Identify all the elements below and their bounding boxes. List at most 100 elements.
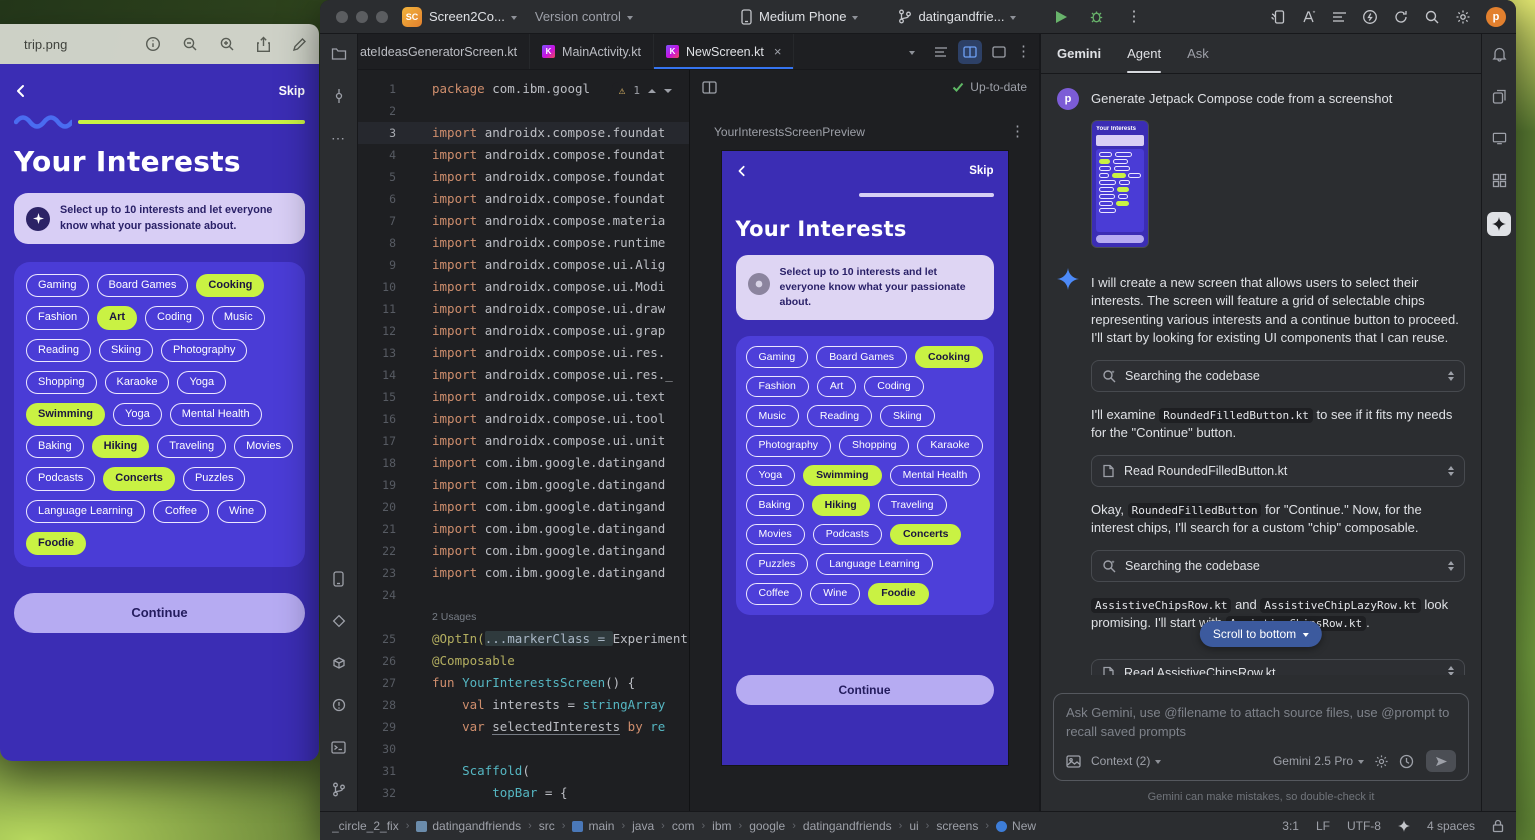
logcat-icon[interactable] (1332, 10, 1347, 24)
code-editor[interactable]: ⚠1 1package com.ibm.googl23import androi… (358, 70, 689, 811)
problems-icon[interactable] (329, 695, 349, 715)
gemini-settings-icon[interactable] (1374, 754, 1389, 769)
preview-menu-icon[interactable]: ⋮ (1010, 124, 1025, 139)
breadcrumb-item[interactable]: main (572, 819, 614, 833)
close-tab-icon[interactable]: × (774, 44, 782, 59)
ide-titlebar: SC Screen2Co... Version control Medium P… (320, 0, 1516, 34)
agent-action[interactable]: Searching the codebase (1091, 550, 1465, 582)
breadcrumb-item[interactable]: ui (909, 819, 918, 833)
notifications-icon[interactable] (1489, 44, 1509, 64)
context-selector[interactable]: Context (2) (1091, 754, 1161, 768)
more-tool-windows-icon[interactable]: ⋯ (329, 128, 349, 148)
indent-setting[interactable]: 4 spaces (1427, 819, 1475, 833)
user-avatar: p (1057, 88, 1079, 110)
layout-inspector-icon[interactable] (1489, 128, 1509, 148)
branch-selector[interactable]: datingandfrie... (898, 9, 1016, 24)
interest-chip: Shopping (839, 435, 909, 457)
breadcrumb-item[interactable]: java (632, 819, 654, 833)
tab-agent[interactable]: Agent (1127, 34, 1161, 73)
zoom-in-icon[interactable] (219, 36, 235, 52)
ai-actions-icon[interactable] (1301, 9, 1317, 25)
editor-tab[interactable]: KMainActivity.kt (530, 34, 654, 69)
gemini-chat[interactable]: p Generate Jetpack Compose code from a s… (1041, 74, 1481, 685)
preview-name[interactable]: YourInterestsScreenPreview (714, 125, 865, 139)
project-selector[interactable]: Screen2Co... (429, 9, 517, 24)
more-actions-icon[interactable]: ⋮ (1126, 9, 1141, 24)
line-ending[interactable]: LF (1316, 819, 1330, 833)
editor-tab[interactable]: ateIdeasGeneratorScreen.kt (358, 34, 530, 69)
terminal-icon[interactable] (329, 737, 349, 757)
window-controls[interactable] (336, 11, 388, 23)
search-icon (1102, 559, 1116, 573)
editor-options-icon[interactable]: ⋮ (1016, 44, 1031, 59)
app-insights-icon[interactable] (1362, 9, 1378, 25)
preview-layout-icon[interactable] (702, 81, 717, 94)
commit-icon[interactable] (329, 86, 349, 106)
running-devices-icon[interactable] (329, 569, 349, 589)
user-avatar[interactable]: p (1486, 7, 1506, 27)
folder-icon (572, 821, 583, 832)
expand-collapse-icon (1448, 466, 1454, 476)
split-view-icon[interactable] (958, 40, 982, 64)
lock-icon[interactable] (1492, 819, 1504, 833)
design-view-icon[interactable] (987, 40, 1011, 64)
info-card: Select up to 10 interests and let everyo… (736, 255, 994, 321)
attach-image-icon[interactable] (1066, 755, 1081, 768)
gemini-prompt-input[interactable]: Ask Gemini, use @filename to attach sour… (1053, 693, 1469, 781)
project-icon[interactable] (329, 44, 349, 64)
prev-warning-icon[interactable] (648, 89, 656, 93)
code-line: 5import androidx.compose.foundat (358, 166, 689, 188)
warning-icon: ⚠ (619, 84, 626, 97)
breadcrumb-item[interactable]: ibm (712, 819, 731, 833)
app-quality-insights-icon[interactable] (329, 611, 349, 631)
agent-action[interactable]: Read AssistiveChipsRow.kt (1091, 659, 1465, 675)
breadcrumb-item[interactable]: src (539, 819, 555, 833)
breadcrumb-item[interactable]: com (672, 819, 695, 833)
interest-chip: Puzzles (746, 553, 809, 575)
share-icon[interactable] (256, 36, 271, 53)
run-button[interactable] (1056, 11, 1067, 23)
send-button[interactable] (1426, 750, 1456, 772)
build-icon[interactable] (329, 653, 349, 673)
info-icon[interactable] (145, 36, 161, 52)
zoom-out-icon[interactable] (182, 36, 198, 52)
vcs-widget[interactable]: Version control (535, 9, 633, 24)
sync-project-icon[interactable] (1393, 9, 1409, 25)
settings-icon[interactable] (1455, 9, 1471, 25)
search-everywhere-icon[interactable] (1424, 9, 1440, 25)
hidden-tabs-icon[interactable] (900, 40, 924, 64)
editor-tab[interactable]: KNewScreen.kt× (654, 34, 794, 69)
scroll-to-bottom-button[interactable]: Scroll to bottom (1200, 621, 1322, 647)
code-view-icon[interactable] (929, 40, 953, 64)
attachment-thumbnail[interactable]: Your Interests (1091, 120, 1149, 248)
ai-status-icon[interactable] (1398, 820, 1410, 832)
markup-pencil-icon[interactable] (292, 37, 307, 52)
model-selector[interactable]: Gemini 2.5 Pro (1273, 754, 1364, 768)
gemini-icon[interactable] (1487, 212, 1511, 236)
interest-chip: Coffee (746, 583, 803, 605)
version-control-icon[interactable] (329, 779, 349, 799)
agent-action[interactable]: Searching the codebase (1091, 360, 1465, 392)
interest-chip: Baking (26, 435, 84, 458)
code-line: 14import androidx.compose.ui.res._ (358, 364, 689, 386)
agent-action[interactable]: Read RoundedFilledButton.kt (1091, 455, 1465, 487)
inspection-widget[interactable]: ⚠1 (612, 82, 679, 99)
breadcrumb-item[interactable]: New (996, 819, 1036, 833)
thumbnail-button (1096, 235, 1144, 243)
code-line: 10import androidx.compose.ui.Modi (358, 276, 689, 298)
breadcrumb-item[interactable]: google (749, 819, 785, 833)
tab-ask[interactable]: Ask (1187, 34, 1209, 73)
next-warning-icon[interactable] (664, 89, 672, 93)
breadcrumb-item[interactable]: datingandfriends (803, 819, 892, 833)
device-explorer-icon[interactable] (1489, 86, 1509, 106)
breadcrumb-item[interactable]: _circle_2_fix (332, 819, 399, 833)
debug-button[interactable] (1089, 9, 1104, 24)
device-mirroring-icon[interactable] (1270, 9, 1286, 25)
file-encoding[interactable]: UTF-8 (1347, 819, 1381, 833)
resource-manager-icon[interactable] (1489, 170, 1509, 190)
device-selector[interactable]: Medium Phone (740, 9, 858, 25)
history-icon[interactable] (1399, 754, 1414, 769)
breadcrumb-item[interactable]: datingandfriends (416, 819, 521, 833)
caret-position[interactable]: 3:1 (1282, 819, 1299, 833)
breadcrumb-item[interactable]: screens (936, 819, 978, 833)
